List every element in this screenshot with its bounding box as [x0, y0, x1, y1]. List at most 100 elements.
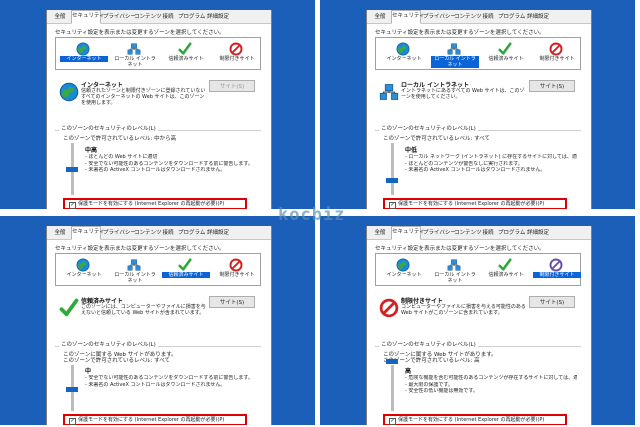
tab-5[interactable]: プログラム — [497, 11, 525, 22]
zone-label: 制限付きサイト — [219, 56, 255, 62]
tab-1[interactable]: セキュリティ — [391, 226, 425, 240]
zone-list: インターネット ローカル イントラネット 信頼済みサイト 制限付きサイト — [375, 253, 581, 286]
tab-bar: 全般 セキュリティ プライバシー コンテンツ 接続 プログラム 詳細設定 — [47, 10, 271, 24]
protected-mode-checkbox[interactable]: ✓ — [69, 418, 76, 425]
restricted-icon — [228, 41, 244, 56]
intranet-icon — [379, 82, 399, 102]
tab-3[interactable]: コンテンツ — [133, 11, 162, 22]
tab-3[interactable]: コンテンツ — [133, 227, 162, 238]
tab-0[interactable]: 全般 — [369, 11, 391, 22]
security-level-title: このゾーンのセキュリティのレベル(L) — [59, 340, 158, 348]
level-bullet: - 危険な機能を含む可能性のあるコンテンツが存在するサイトに対しては、適切です。 — [405, 375, 577, 381]
security-level-title: このゾーンのセキュリティのレベル(L) — [59, 124, 158, 132]
tab-3[interactable]: コンテンツ — [453, 11, 482, 22]
tab-5[interactable]: プログラム — [177, 11, 205, 22]
check-icon — [497, 41, 513, 55]
level-bullet: - 未署名の ActiveX コントロールはダウンロードされません。 — [85, 381, 226, 388]
zone-trusted-sites[interactable]: 信頼済みサイト — [161, 40, 209, 70]
zone-internet[interactable]: インターネット — [379, 256, 427, 286]
protected-mode-checkbox[interactable]: ✓ — [69, 202, 76, 209]
sites-button[interactable]: サイト(S) — [209, 80, 255, 92]
zone-label: 信頼済みサイト — [168, 56, 204, 62]
protected-mode-label: 保護モードを有効にする (Internet Explorer の再起動が必要)(… — [78, 417, 225, 423]
allowed-levels-label: このゾーンで許可されているレベル: 中から高 — [63, 136, 177, 142]
level-bullet: - 安全でない可能性のあるコンテンツをダウンロードする前に警告します。 — [85, 375, 253, 381]
tab-0[interactable]: 全般 — [369, 227, 391, 238]
security-level-slider-thumb[interactable] — [386, 178, 398, 184]
sites-button[interactable]: サイト(S) — [529, 80, 575, 92]
tab-1[interactable]: セキュリティ — [391, 10, 425, 24]
tab-1[interactable]: セキュリティ — [71, 226, 105, 240]
panel-3: 全般 セキュリティ プライバシー コンテンツ 接続 プログラム 詳細設定 セキュリティ設定を… — [320, 216, 635, 425]
sites-button[interactable]: サイト(S) — [209, 296, 255, 308]
zone-internet[interactable]: インターネット — [59, 40, 108, 70]
tab-6[interactable]: 詳細設定 — [204, 227, 232, 238]
tab-1[interactable]: セキュリティ — [71, 10, 105, 24]
tab-6[interactable]: 詳細設定 — [204, 11, 232, 22]
tab-2[interactable]: プライバシー — [102, 11, 136, 22]
tab-6[interactable]: 詳細設定 — [524, 227, 552, 238]
internet-options-dialog: 全般 セキュリティ プライバシー コンテンツ 接続 プログラム 詳細設定 セキュリティ設定を… — [366, 10, 592, 209]
zone-restricted-sites[interactable]: 制限付きサイト — [212, 40, 260, 70]
zone-restricted-sites[interactable]: 制限付きサイト — [532, 256, 581, 286]
tab-4[interactable]: 接続 — [160, 11, 176, 22]
security-level-bullets: - ローカル ネットワーク (イントラネット) に存在するサイトに対しては、適切… — [405, 154, 577, 174]
zone-internet[interactable]: インターネット — [59, 256, 107, 286]
security-level-slider-thumb[interactable] — [66, 166, 78, 172]
zone-local-intranet[interactable]: ローカル イントラネット — [430, 40, 479, 70]
tab-bar: 全般 セキュリティ プライバシー コンテンツ 接続 プログラム 詳細設定 — [47, 226, 271, 240]
internet-options-dialog: 全般 セキュリティ プライバシー コンテンツ 接続 プログラム 詳細設定 セキュリティ設定を… — [46, 226, 272, 425]
security-level-name: 中高 — [85, 147, 98, 154]
globe-icon — [395, 257, 411, 272]
level-bullet: - 未署名の ActiveX コントロールはダウンロードされません。 — [405, 167, 546, 173]
zone-description: 信頼されたゾーンと制限付きゾーンに登録されていないすべてのインターネットの We… — [81, 88, 206, 107]
tab-2[interactable]: プライバシー — [102, 227, 136, 238]
zone-label: 信頼済みサイト — [488, 272, 524, 278]
zone-local-intranet[interactable]: ローカル イントラネット — [110, 40, 158, 70]
security-level-slider-thumb[interactable] — [386, 359, 398, 364]
zone-list: インターネット ローカル イントラネット 信頼済みサイト 制限付きサイト — [55, 37, 261, 70]
zone-label: インターネット — [386, 56, 422, 62]
zone-trusted-sites[interactable]: 信頼済みサイト — [481, 40, 529, 70]
tab-4[interactable]: 接続 — [160, 227, 176, 238]
security-level-slider-track[interactable] — [391, 143, 394, 195]
zone-label: 信頼済みサイト — [162, 272, 210, 278]
zone-label: 制限付きサイト — [533, 272, 581, 278]
tab-2[interactable]: プライバシー — [422, 11, 456, 22]
tab-2[interactable]: プライバシー — [422, 227, 456, 238]
tab-3[interactable]: コンテンツ — [453, 227, 482, 238]
zone-internet[interactable]: インターネット — [379, 40, 427, 70]
zone-restricted-sites[interactable]: 制限付きサイト — [532, 40, 580, 70]
zone-local-intranet[interactable]: ローカル イントラネット — [110, 256, 158, 286]
allowed-levels-label-2: このゾーンで許可されているレベル: すべて — [63, 358, 171, 364]
zone-restricted-sites[interactable]: 制限付きサイト — [212, 256, 260, 286]
tab-0[interactable]: 全般 — [49, 227, 71, 238]
sites-button[interactable]: サイト(S) — [529, 296, 575, 308]
panel-2: 全般 セキュリティ プライバシー コンテンツ 接続 プログラム 詳細設定 セキュリティ設定を… — [0, 216, 315, 425]
zone-trusted-sites[interactable]: 信頼済みサイト — [481, 256, 529, 286]
zone-trusted-sites[interactable]: 信頼済みサイト — [161, 256, 210, 286]
internet-options-dialog: 全般 セキュリティ プライバシー コンテンツ 接続 プログラム 詳細設定 セキュリティ設定を… — [366, 226, 592, 425]
tab-6[interactable]: 詳細設定 — [524, 11, 552, 22]
check-icon — [59, 298, 79, 318]
zone-label: インターネット — [386, 272, 422, 278]
tab-0[interactable]: 全般 — [49, 11, 71, 22]
zone-local-intranet[interactable]: ローカル イントラネット — [430, 256, 478, 286]
globe-icon — [395, 41, 411, 56]
tab-4[interactable]: 接続 — [480, 11, 496, 22]
tab-5[interactable]: プログラム — [177, 227, 205, 238]
security-level-slider-thumb[interactable] — [66, 387, 78, 393]
protected-mode-checkbox[interactable]: ✓ — [389, 418, 396, 425]
security-level-name: 中低 — [405, 147, 418, 154]
restricted-icon — [228, 257, 244, 272]
check-icon — [177, 41, 193, 55]
zone-instruction: セキュリティ設定を表示または変更するゾーンを選択してください。 — [375, 246, 545, 252]
tab-4[interactable]: 接続 — [480, 227, 496, 238]
tab-5[interactable]: プログラム — [497, 227, 525, 238]
protected-mode-label: 保護モードを有効にする (Internet Explorer の再起動が必要)(… — [398, 417, 545, 423]
security-level-bullets: - ほとんどの Web サイトに適切 - 安全でない可能性のあるコンテンツをダウン… — [85, 154, 257, 174]
protected-mode-checkbox[interactable]: ✓ — [389, 202, 396, 209]
security-level-slider-track[interactable] — [391, 365, 394, 411]
check-icon — [497, 257, 513, 271]
restricted-icon — [548, 41, 564, 56]
